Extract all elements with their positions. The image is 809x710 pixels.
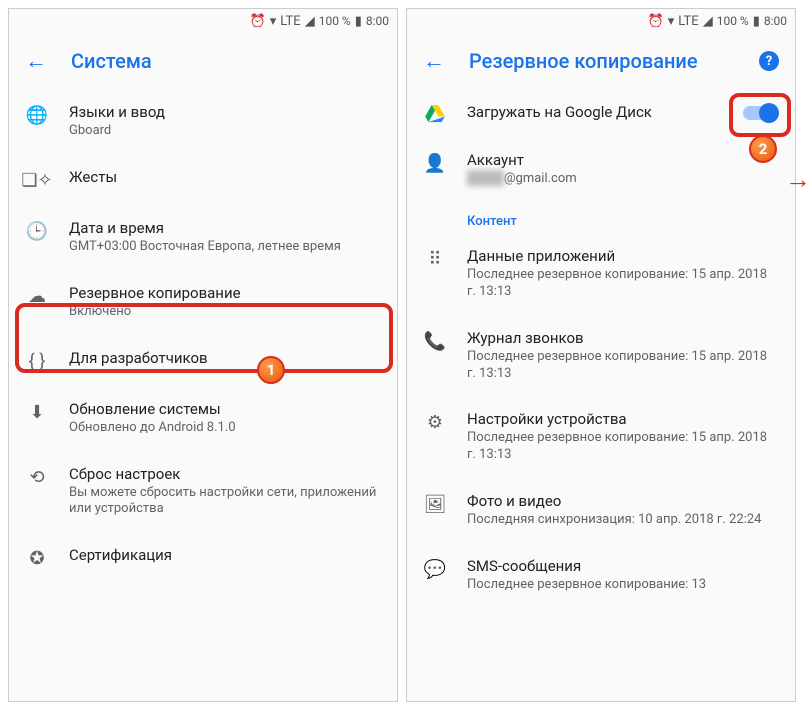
lte-icon: LTE — [280, 14, 300, 29]
gesture-icon: ❏✧ — [25, 168, 49, 191]
row-title: Дата и время — [69, 219, 381, 237]
page-title: Система — [71, 49, 381, 73]
row-sub: Последнее резервное копирование: 15 апр.… — [467, 267, 779, 301]
row-sub: Обновлено до Android 8.1.0 — [69, 420, 381, 437]
app-bar: ← Система — [9, 33, 397, 89]
row-title: Для разработчиков — [69, 349, 381, 367]
row-title: Журнал звонков — [467, 329, 779, 347]
backup-list[interactable]: Загружать на Google Диск 👤 Аккаунт ████@g… — [407, 89, 795, 701]
content-app-data[interactable]: ⠿ Данные приложений Последнее резервное к… — [407, 233, 795, 315]
row-title: Загружать на Google Диск — [467, 103, 723, 121]
row-sub: Последнее резервное копирование: 15 апр.… — [467, 349, 779, 383]
row-sub: Gboard — [69, 123, 381, 140]
drive-backup-toggle[interactable] — [743, 103, 779, 123]
back-icon[interactable]: ← — [423, 48, 445, 74]
arrow-right-icon: → — [785, 164, 809, 195]
alarm-icon: ⏰ — [648, 14, 664, 29]
content-device-settings[interactable]: ⚙ Настройки устройства Последнее резервно… — [407, 396, 795, 478]
phone-right: ⏰ ▾ LTE ◢ 100 % ▮ 8:00 ← Резервное копир… — [406, 8, 796, 702]
gear-icon: ⚙ — [423, 410, 447, 433]
alarm-icon: ⏰ — [250, 14, 266, 29]
row-title: Аккаунт — [467, 151, 779, 169]
setting-gestures[interactable]: ❏✧ Жесты — [9, 154, 397, 205]
clock: 8:00 — [366, 14, 389, 28]
section-header: Контент — [407, 202, 795, 233]
row-title: Обновление системы — [69, 400, 381, 418]
row-title: Настройки устройства — [467, 410, 779, 428]
cloud-upload-icon: ☁ — [25, 284, 49, 307]
signal-icon: ◢ — [305, 14, 315, 29]
backup-account[interactable]: 👤 Аккаунт ████@gmail.com — [407, 137, 795, 202]
clock-icon: 🕒 — [25, 219, 49, 242]
battery-pct: 100 % — [717, 14, 749, 28]
row-title: Фото и видео — [467, 492, 779, 510]
row-sub: Вы можете сбросить настройки сети, прило… — [69, 485, 381, 519]
page-title: Резервное копирование — [469, 49, 735, 73]
apps-icon: ⠿ — [423, 247, 447, 270]
badge-2: 2 — [749, 135, 777, 163]
setting-reset[interactable]: ⟲ Сброс настроек Вы можете сбросить настр… — [9, 451, 397, 533]
app-bar: ← Резервное копирование ? — [407, 33, 795, 89]
setting-datetime[interactable]: 🕒 Дата и время GMT+03:00 Восточная Европа… — [9, 205, 397, 270]
wifi-icon: ▾ — [668, 14, 675, 29]
row-sub: Последняя синхронизация: 10 апр. 2018 г.… — [467, 512, 779, 529]
help-icon[interactable]: ? — [759, 51, 779, 71]
row-sub: Последнее резервное копирование: 13 — [467, 577, 779, 594]
lte-icon: LTE — [678, 14, 698, 29]
braces-icon: { } — [25, 349, 49, 372]
battery-icon: ▮ — [753, 14, 760, 29]
content-photos[interactable]: 🖼 Фото и видео Последняя синхронизация: 1… — [407, 478, 795, 543]
row-title: SMS-сообщения — [467, 557, 779, 575]
row-title: Языки и ввод — [69, 103, 381, 121]
status-bar: ⏰ ▾ LTE ◢ 100 % ▮ 8:00 — [9, 9, 397, 33]
settings-list[interactable]: 🌐 Языки и ввод Gboard ❏✧ Жесты 🕒 Дата и в… — [9, 89, 397, 701]
row-sub: Последнее резервное копирование: 15 апр.… — [467, 430, 779, 464]
phone-icon: 📞 — [423, 329, 447, 352]
row-title: Резервное копирование — [69, 284, 381, 302]
setting-developer[interactable]: { } Для разработчиков — [9, 335, 397, 386]
row-sub: Включено — [69, 304, 381, 321]
verified-icon: ✪ — [25, 546, 49, 569]
phone-left: ⏰ ▾ LTE ◢ 100 % ▮ 8:00 ← Система 🌐 Языки… — [8, 8, 398, 702]
row-title: Жесты — [69, 168, 381, 186]
setting-backup[interactable]: ☁ Резервное копирование Включено — [9, 270, 397, 335]
row-title: Сброс настроек — [69, 465, 381, 483]
content-sms[interactable]: 💬 SMS-сообщения Последнее резервное копир… — [407, 543, 795, 608]
backup-to-drive[interactable]: Загружать на Google Диск — [407, 89, 795, 137]
google-drive-icon — [423, 103, 447, 123]
setting-update[interactable]: ⬇ Обновление системы Обновлено до Android… — [9, 386, 397, 451]
status-bar: ⏰ ▾ LTE ◢ 100 % ▮ 8:00 — [407, 9, 795, 33]
setting-languages[interactable]: 🌐 Языки и ввод Gboard — [9, 89, 397, 154]
signal-icon: ◢ — [703, 14, 713, 29]
content-call-log[interactable]: 📞 Журнал звонков Последнее резервное копи… — [407, 315, 795, 397]
back-icon[interactable]: ← — [25, 48, 47, 74]
switch-thumb — [759, 103, 779, 123]
wifi-icon: ▾ — [270, 14, 277, 29]
row-title: Сертификация — [69, 546, 381, 564]
row-sub: ████@gmail.com — [467, 171, 779, 188]
person-icon: 👤 — [423, 151, 447, 174]
row-sub: GMT+03:00 Восточная Европа, летнее время — [69, 239, 381, 256]
clock: 8:00 — [764, 14, 787, 28]
restore-icon: ⟲ — [25, 465, 49, 488]
battery-icon: ▮ — [355, 14, 362, 29]
update-icon: ⬇ — [25, 400, 49, 423]
sms-icon: 💬 — [423, 557, 447, 580]
globe-icon: 🌐 — [25, 103, 49, 126]
badge-1: 1 — [257, 356, 285, 384]
row-title: Данные приложений — [467, 247, 779, 265]
battery-pct: 100 % — [319, 14, 351, 28]
setting-certification[interactable]: ✪ Сертификация — [9, 532, 397, 583]
image-icon: 🖼 — [423, 492, 447, 515]
